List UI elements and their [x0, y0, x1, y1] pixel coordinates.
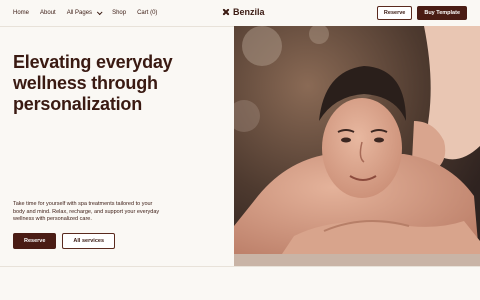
- chevron-down-icon: [96, 9, 103, 16]
- nav-actions: Reserve Buy Template: [376, 6, 467, 20]
- footer-divider: [0, 266, 480, 267]
- nav-link-home[interactable]: Home: [13, 10, 29, 16]
- buy-template-button[interactable]: Buy Template: [417, 6, 467, 20]
- brand-name: Benzila: [233, 7, 265, 17]
- all-services-button[interactable]: All services: [62, 233, 115, 249]
- nav-link-shop[interactable]: Shop: [112, 10, 126, 16]
- reserve-button[interactable]: Reserve: [376, 6, 413, 20]
- hero-photo: [234, 26, 480, 266]
- brand-logo[interactable]: Benzila: [222, 7, 265, 17]
- nav-link-cart[interactable]: Cart (0): [137, 10, 157, 16]
- hero-text: Elevating everyday wellness through pers…: [13, 52, 218, 115]
- nav-link-all-pages[interactable]: All Pages: [66, 9, 103, 16]
- spa-massage-photo: [234, 26, 480, 266]
- hero-reserve-button[interactable]: Reserve: [13, 233, 57, 249]
- hero-cta-group: Reserve All services: [13, 233, 115, 249]
- nav-link-all-pages-label: All Pages: [66, 10, 93, 16]
- hero-headline: Elevating everyday wellness through pers…: [13, 52, 173, 114]
- hero-description: Take time for yourself with spa treatmen…: [13, 201, 160, 222]
- nav-link-about[interactable]: About: [40, 10, 56, 16]
- x-mark-icon: [222, 8, 230, 16]
- nav-links: Home About All Pages Shop Cart (0): [13, 9, 168, 16]
